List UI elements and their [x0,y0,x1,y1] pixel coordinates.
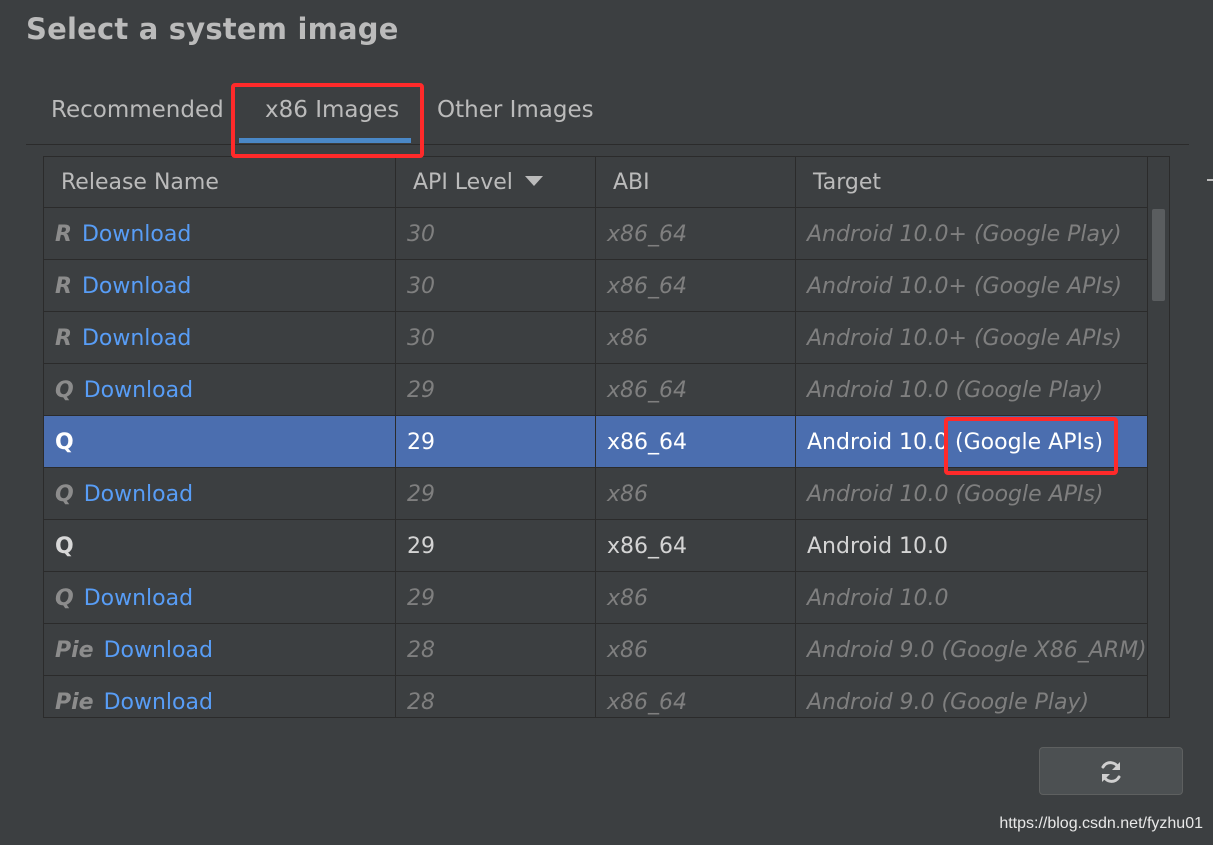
download-link[interactable]: Download [104,638,213,663]
cell-release-name: Q [44,416,396,467]
table-row[interactable]: R Download 30 x86_64 Android 10.0+ (Google P… [44,208,1148,260]
cell-api-level: 28 [396,624,596,675]
cell-api-level: 30 [396,312,596,363]
release-codename: Q [55,534,74,559]
release-codename: Q [55,378,74,403]
cell-target: Android 10.0+ (Google APIs) [796,260,1148,311]
table-row[interactable]: Q Download 29 x86 Android 10.0 [44,572,1148,624]
column-header-api-level[interactable]: API Level [396,157,596,207]
cell-target: Android 10.0 [796,572,1148,623]
active-tab-indicator [239,138,411,143]
download-link[interactable]: Download [84,378,193,403]
release-codename: R [55,326,72,351]
cell-release-name: Pie Download [44,624,396,675]
cell-abi: x86 [596,572,796,623]
tab-recommended[interactable]: Recommended [51,84,224,136]
table-body: R Download 30 x86_64 Android 10.0+ (Google P… [44,208,1148,717]
cell-target: Android 10.0+ (Google APIs) [796,312,1148,363]
cell-target: Android 10.0 [796,520,1148,571]
release-codename: Q [55,482,74,507]
column-header-target[interactable]: Target [796,157,1148,207]
cell-release-name: R Download [44,312,396,363]
release-codename: Q [55,430,74,455]
column-header-release-name[interactable]: Release Name [44,157,396,207]
cell-release-name: Q Download [44,364,396,415]
watermark: https://blog.csdn.net/fyzhu01 [999,815,1203,832]
cell-api-level: 28 [396,676,596,717]
cell-release-name: Q [44,520,396,571]
cell-target: Android 10.0 (Google Play) [796,364,1148,415]
refresh-button[interactable] [1039,747,1183,795]
cell-target: Android 10.0 (Google APIs) [796,416,1148,467]
tab-x86-images[interactable]: x86 Images [265,84,399,136]
download-link[interactable]: Download [82,274,191,299]
page-title: Select a system image [26,12,399,46]
sort-descending-icon [524,176,543,186]
release-codename: Q [55,586,74,611]
cell-release-name: Q Download [44,572,396,623]
download-link[interactable]: Download [84,482,193,507]
cell-abi: x86 [596,312,796,363]
refresh-icon [1101,761,1121,783]
table-row[interactable]: R Download 30 x86 Android 10.0+ (Google APIs… [44,312,1148,364]
cell-abi: x86 [596,624,796,675]
release-codename: R [55,274,72,299]
cell-api-level: 29 [396,364,596,415]
table-row[interactable]: Q Download 29 x86_64 Android 10.0 (Google Pl… [44,364,1148,416]
cell-release-name: R Download [44,260,396,311]
cell-target: Android 10.0+ (Google Play) [796,208,1148,259]
cell-release-name: R Download [44,208,396,259]
column-header-abi[interactable]: ABI [596,157,796,207]
release-codename: Pie [55,690,94,715]
edge-marker [1207,179,1213,181]
table-row[interactable]: Q Download 29 x86 Android 10.0 (Google APIs) [44,468,1148,520]
table-row[interactable]: Pie Download 28 x86 Android 9.0 (Google X86_… [44,624,1148,676]
cell-target: Android 9.0 (Google Play) [796,676,1148,717]
download-link[interactable]: Download [82,326,191,351]
cell-abi: x86_64 [596,208,796,259]
cell-abi: x86_64 [596,416,796,467]
column-header-label: API Level [413,170,513,195]
cell-api-level: 29 [396,572,596,623]
table-row[interactable]: Q 29 x86_64 Android 10.0 [44,520,1148,572]
download-link[interactable]: Download [82,222,191,247]
cell-abi: x86_64 [596,260,796,311]
cell-api-level: 30 [396,260,596,311]
cell-abi: x86_64 [596,520,796,571]
cell-api-level: 29 [396,520,596,571]
scrollbar-thumb[interactable] [1152,209,1165,301]
vertical-scrollbar[interactable] [1148,157,1169,717]
cell-api-level: 29 [396,416,596,467]
download-link[interactable]: Download [84,586,193,611]
table-row[interactable]: R Download 30 x86_64 Android 10.0+ (Google A… [44,260,1148,312]
cell-abi: x86_64 [596,676,796,717]
tab-other-images[interactable]: Other Images [437,84,594,136]
download-link[interactable]: Download [104,690,213,715]
table-row[interactable]: Pie Download 28 x86_64 Android 9.0 (Google P… [44,676,1148,717]
cell-api-level: 29 [396,468,596,519]
cell-target: Android 10.0 (Google APIs) [796,468,1148,519]
release-codename: R [55,222,72,247]
cell-abi: x86_64 [596,364,796,415]
table-row[interactable]: Q 29 x86_64 Android 10.0 (Google APIs) [44,416,1148,468]
cell-release-name: Q Download [44,468,396,519]
cell-abi: x86 [596,468,796,519]
cell-target: Android 9.0 (Google X86_ARM) [796,624,1148,675]
table-header: Release Name API Level ABI Target [44,157,1148,208]
cell-api-level: 30 [396,208,596,259]
cell-release-name: Pie Download [44,676,396,717]
release-codename: Pie [55,638,94,663]
tab-bar: Recommended x86 Images Other Images [26,84,1189,145]
system-image-table: Release Name API Level ABI Target R Downl… [43,156,1170,718]
